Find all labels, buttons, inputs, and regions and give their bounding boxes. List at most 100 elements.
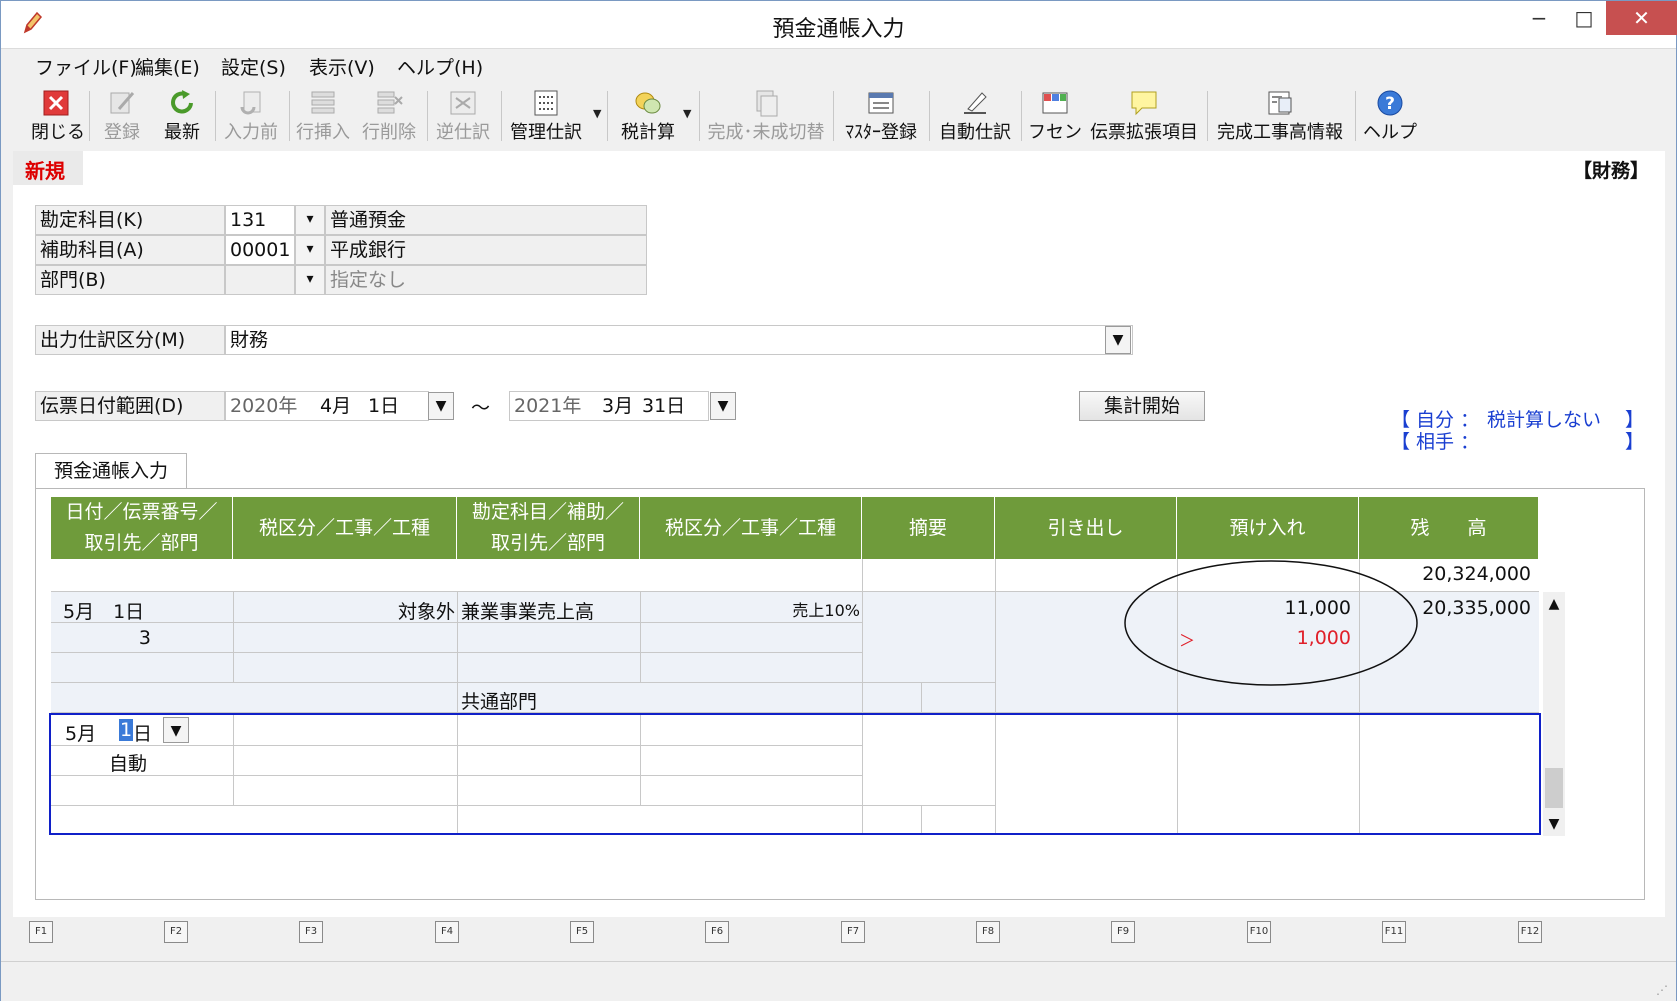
department-dropdown-button[interactable]: ▾ (295, 265, 325, 295)
auto-entry-button[interactable]: 自動仕訳 (935, 85, 1015, 147)
app-window: 預金通帳入力 − □ ✕ ファイル(F) 編集(E) 設定(S) 表示(V) ヘ… (0, 0, 1677, 1001)
maximize-button[interactable]: □ (1561, 1, 1607, 35)
refresh-icon (171, 90, 193, 114)
menu-view[interactable]: 表示(V) (309, 53, 375, 80)
chevron-down-icon: ▼ (1112, 332, 1124, 348)
delete-row-button[interactable]: 行削除 (359, 85, 419, 147)
auto-pen-icon (964, 92, 987, 114)
header-balance: 残 高 (1359, 497, 1539, 559)
input-day-dropdown-button[interactable]: ▼ (163, 717, 189, 743)
fkey-f11[interactable]: F11 (1382, 921, 1406, 943)
row-voucher-no: 3 (138, 627, 151, 649)
fkey-f1[interactable]: F1 (29, 921, 53, 943)
chevron-down-icon: ▾ (306, 271, 314, 287)
sub-account-code-input[interactable]: 00001 (225, 235, 295, 265)
construction-info-icon (1268, 91, 1292, 115)
department-code-input[interactable] (225, 265, 295, 295)
close-x-icon (43, 90, 69, 116)
input-mode: 自動 (109, 753, 148, 775)
master-form-icon (868, 92, 894, 114)
menu-settings[interactable]: 設定(S) (221, 53, 286, 80)
scroll-down-icon[interactable]: ▼ (1543, 812, 1565, 836)
tax-info-self-value: 税計算しない (1487, 409, 1602, 431)
tab-bank-book[interactable]: 預金通帳入力 (35, 453, 187, 489)
speech-note-icon (1131, 91, 1157, 116)
chevron-down-icon: ▾ (306, 241, 314, 257)
complete-switch-button[interactable]: 完成･未成切替 (707, 85, 825, 147)
insert-row-icon (311, 91, 335, 114)
close-button[interactable]: 閉じる (31, 85, 85, 147)
fkey-f9[interactable]: F9 (1111, 921, 1135, 943)
sticky-note-button[interactable]: フセン (1025, 85, 1085, 147)
voucher-extension-button[interactable]: 伝票拡張項目 (1089, 85, 1199, 147)
date-to-dropdown-button[interactable]: ▼ (710, 392, 736, 420)
menu-help[interactable]: ヘルプ(H) (397, 53, 483, 80)
fkey-f8[interactable]: F8 (976, 921, 1000, 943)
help-button[interactable]: ? ヘルプ (1361, 85, 1419, 147)
header-tax-class-right: 税区分／工事／工種 (640, 497, 862, 559)
close-window-button[interactable]: ✕ (1606, 1, 1677, 35)
input-row[interactable] (49, 713, 1541, 835)
before-input-button[interactable]: 入力前 (221, 85, 281, 147)
delete-row-icon (377, 91, 403, 114)
date-from-month: 4月 (320, 395, 352, 417)
header-withdrawal: 引き出し (995, 497, 1177, 559)
title-bar: 預金通帳入力 − □ ✕ (1, 1, 1677, 49)
refresh-button[interactable]: 最新 (157, 85, 207, 147)
account-dropdown-button[interactable]: ▾ (295, 205, 325, 235)
header-deposit: 預け入れ (1177, 497, 1359, 559)
tax-info-other-prefix: 【 相手 ： (1391, 431, 1480, 453)
insert-row-button[interactable]: 行挿入 (293, 85, 353, 147)
chevron-down-icon: ▼ (717, 398, 729, 414)
tax-coins-icon (635, 92, 661, 114)
chevron-down-icon: ▼ (435, 398, 447, 414)
menu-file[interactable]: ファイル(F) (35, 53, 137, 80)
input-month: 5月 (65, 723, 97, 745)
account-label: 勘定科目(K) (35, 205, 225, 235)
row-tax-class-left: 対象外 (397, 601, 455, 623)
fkey-f7[interactable]: F7 (841, 921, 865, 943)
date-to-day: 31日 (642, 395, 686, 417)
output-class-label: 出力仕訳区分(M) (35, 325, 225, 355)
svg-text:?: ? (1385, 94, 1395, 114)
sub-account-label: 補助科目(A) (35, 235, 225, 265)
register-button[interactable]: 登録 (97, 85, 147, 147)
management-entry-button[interactable]: 管理仕訳 (507, 85, 585, 147)
reverse-entry-button[interactable]: 逆仕訳 (433, 85, 493, 147)
menu-edit[interactable]: 編集(E) (135, 53, 200, 80)
output-class-dropdown-button[interactable]: ▼ (1105, 326, 1131, 354)
fkey-f4[interactable]: F4 (435, 921, 459, 943)
department-label: 部門(B) (35, 265, 225, 295)
construction-info-button[interactable]: 完成工事高情報 (1213, 85, 1347, 147)
fkey-f10[interactable]: F10 (1247, 921, 1271, 943)
mode-label: 新規 (25, 159, 65, 183)
resize-grip-icon[interactable]: ⋰ (1656, 983, 1668, 997)
tax-calc-button[interactable]: 税計算 (615, 85, 681, 147)
scrollbar-thumb[interactable] (1545, 768, 1563, 808)
fkey-f3[interactable]: F3 (299, 921, 323, 943)
output-class-select[interactable]: 財務 (225, 325, 1133, 355)
grid-scrollbar[interactable]: ▲ ▼ (1543, 592, 1565, 836)
fkey-f6[interactable]: F6 (705, 921, 729, 943)
date-from-field[interactable]: 2020年 4月 1日 (225, 391, 429, 421)
date-from-year: 2020年 (230, 395, 298, 417)
header-date-voucher: 日付／伝票番号／ 取引先／部門 (51, 497, 233, 559)
date-from-day: 1日 (368, 395, 400, 417)
fkey-f5[interactable]: F5 (570, 921, 594, 943)
undo-icon (240, 91, 261, 115)
minimize-button[interactable]: − (1516, 1, 1562, 35)
sub-account-dropdown-button[interactable]: ▾ (295, 235, 325, 265)
chevron-down-icon: ▾ (306, 211, 314, 227)
account-code-input[interactable]: 131 (225, 205, 295, 235)
master-register-button[interactable]: ﾏｽﾀｰ登録 (839, 85, 923, 147)
date-from-dropdown-button[interactable]: ▼ (428, 392, 454, 420)
date-to-year: 2021年 (514, 395, 582, 417)
scroll-up-icon[interactable]: ▲ (1543, 592, 1565, 616)
switch-icon (756, 90, 778, 117)
header-tax-class-left: 税区分／工事／工種 (233, 497, 457, 559)
function-key-bar: F1 F2 F3 F4 F5 F6 F7 F8 F9 F10 F11 F12 (1, 921, 1676, 951)
date-to-field[interactable]: 2021年 3月 31日 (509, 391, 709, 421)
fkey-f2[interactable]: F2 (164, 921, 188, 943)
start-aggregation-button[interactable]: 集計開始 (1079, 391, 1205, 421)
fkey-f12[interactable]: F12 (1518, 921, 1542, 943)
